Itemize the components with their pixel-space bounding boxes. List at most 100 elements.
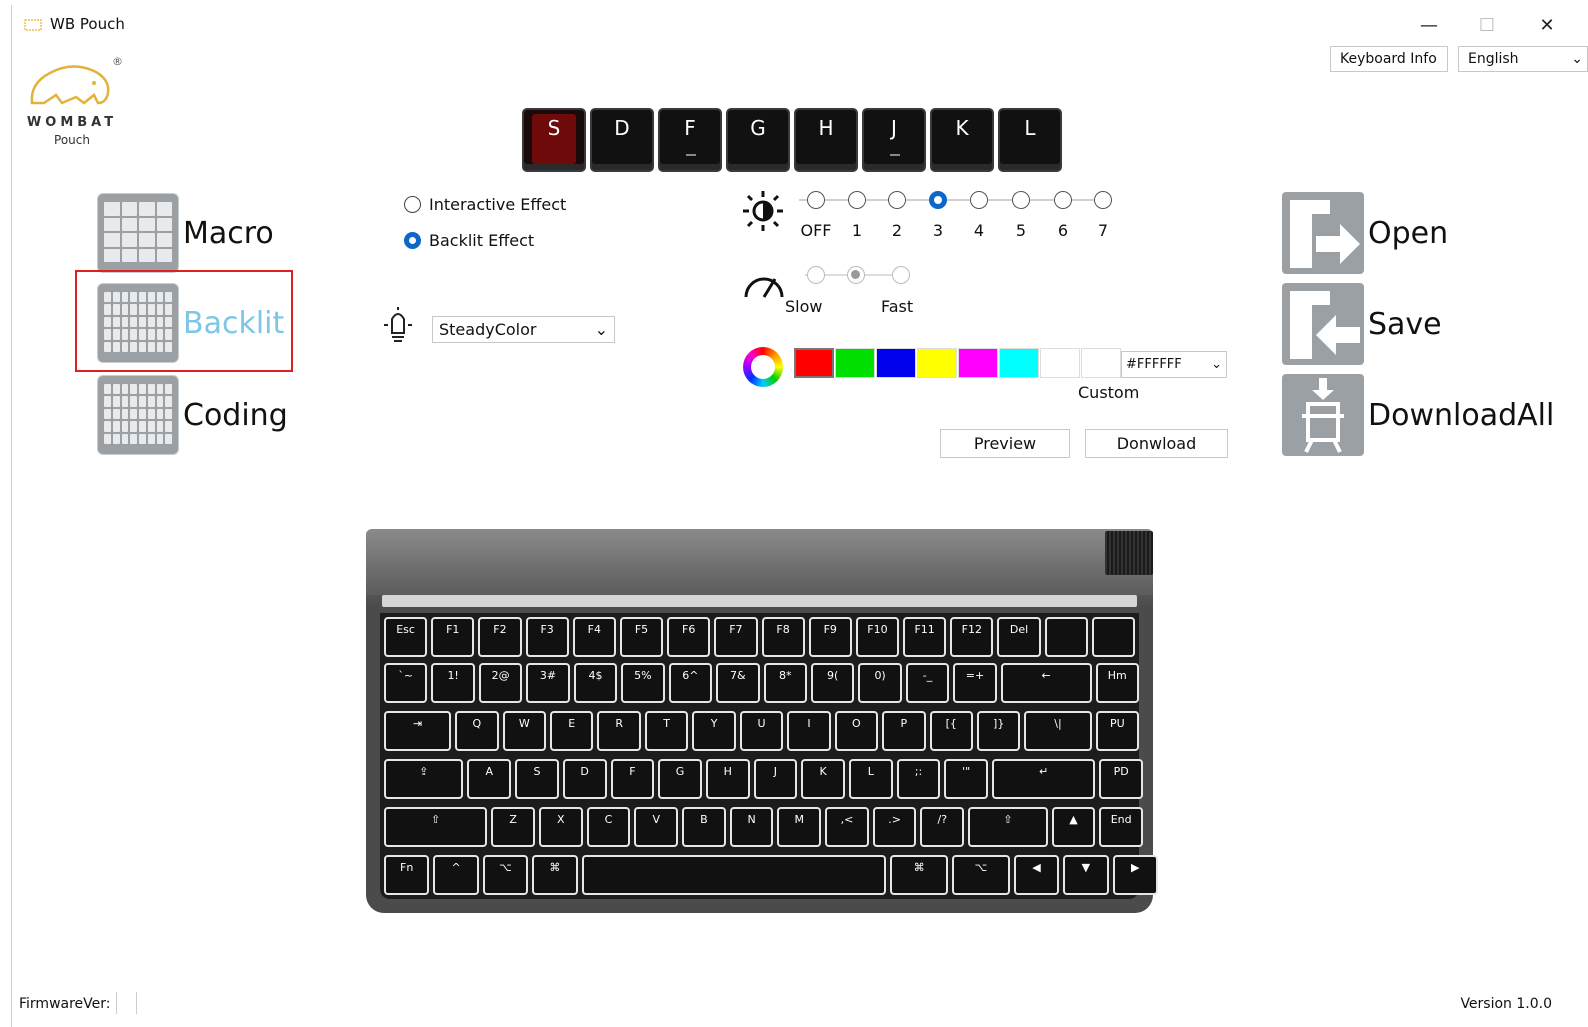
icon-key [147, 292, 155, 303]
speed-radio-3[interactable] [892, 266, 910, 284]
brightness-radio-off[interactable] [807, 191, 825, 209]
icon-key [104, 292, 111, 303]
icon-key [165, 341, 172, 352]
interactive-effect-option[interactable]: Interactive Effect [404, 195, 566, 214]
color-swatch[interactable] [917, 348, 957, 378]
color-swatch[interactable] [958, 348, 998, 378]
keyboard-key: ↵ [992, 759, 1096, 799]
chevron-down-icon: ⌄ [1211, 357, 1222, 372]
app-version: Version 1.0.0 [1460, 996, 1552, 1012]
color-swatch[interactable] [1081, 348, 1121, 378]
brightness-radio-7[interactable] [1094, 191, 1112, 209]
keyboard-key [581, 855, 887, 895]
keyboard-info-button[interactable]: Keyboard Info [1330, 46, 1448, 72]
keyboard-key: ,< [825, 807, 869, 847]
color-swatch[interactable] [794, 348, 834, 378]
keyboard-key: 3# [526, 663, 570, 703]
preview-button[interactable]: Preview [940, 429, 1070, 458]
brightness-radio-5[interactable] [1012, 191, 1030, 209]
color-swatch[interactable] [1040, 348, 1080, 378]
icon-key [130, 384, 137, 395]
keyboard-top-panel [366, 529, 1153, 595]
keyboard-key: [{ [929, 711, 973, 751]
keyboard-key: 6^ [668, 663, 713, 703]
icon-key [112, 421, 120, 432]
download-all-label: DownloadAll [1368, 397, 1555, 433]
icon-key [104, 408, 111, 420]
keyboard-key: F4 [572, 617, 616, 657]
close-button[interactable]: ✕ [1518, 5, 1576, 45]
brightness-radio-6[interactable] [1054, 191, 1072, 209]
icon-key [112, 341, 120, 352]
nav-backlit-label: Backlit [183, 305, 285, 341]
icon-key [104, 433, 111, 444]
keyboard-key: F3 [525, 617, 569, 657]
keycap-d: D [590, 108, 654, 172]
keyboard-key: U [739, 711, 784, 751]
color-swatch[interactable] [835, 348, 875, 378]
keyboard-key: F6 [667, 617, 711, 657]
icon-key [121, 341, 129, 352]
logo-sub: Pouch [54, 133, 90, 147]
icon-key [121, 233, 137, 247]
keycap-label: G [750, 116, 766, 140]
download-all-action[interactable]: DownloadAll [1282, 374, 1554, 456]
keyboard-key: R [597, 711, 641, 751]
keyboard-key: ⌥ [482, 855, 529, 895]
speed-radio-2[interactable] [847, 266, 865, 284]
interactive-effect-radio[interactable] [404, 196, 421, 213]
nav-coding[interactable]: Coding [97, 375, 288, 455]
icon-key [112, 408, 120, 420]
icon-key [121, 292, 129, 303]
keycap-label: S [547, 116, 561, 140]
icon-key [121, 202, 137, 216]
home-row-bump [890, 154, 900, 156]
icon-key [156, 233, 172, 247]
color-swatch[interactable] [876, 348, 916, 378]
brightness-sun-icon [743, 191, 783, 231]
hex-color-select[interactable]: #FFFFFF ⌄ [1121, 351, 1227, 378]
open-action[interactable]: Open [1282, 192, 1448, 274]
keyboard-key: ^ [433, 855, 479, 895]
brightness-radio-2[interactable] [888, 191, 906, 209]
icon-key [104, 329, 111, 340]
color-swatches [794, 348, 1121, 378]
backlit-mode-select[interactable]: SteadyColor ⌄ [432, 316, 615, 343]
language-select[interactable]: English ⌄ [1458, 46, 1588, 72]
custom-color-label: Custom [1078, 383, 1140, 402]
minimize-button[interactable]: — [1400, 5, 1458, 45]
title-bar: WB Pouch — ☐ ✕ [12, 5, 1588, 45]
keycap-label: L [1024, 116, 1036, 140]
keyboard-key: ⇪ [384, 759, 464, 799]
download-button[interactable]: Donwload [1085, 429, 1228, 458]
maximize-button[interactable]: ☐ [1458, 5, 1516, 45]
icon-key [130, 341, 137, 352]
keyboard-key: .> [872, 807, 917, 847]
icon-key [139, 248, 155, 262]
color-swatch[interactable] [999, 348, 1039, 378]
color-wheel-icon[interactable] [743, 347, 783, 387]
icon-key [156, 292, 164, 303]
icon-key [156, 316, 164, 328]
keyboard-key: F2 [478, 617, 522, 657]
icon-key [121, 316, 129, 328]
keyboard-key: C [586, 807, 631, 847]
brightness-radio-1[interactable] [848, 191, 866, 209]
keyboard-key: S [515, 759, 559, 799]
brightness-level-label: 1 [851, 221, 863, 240]
save-action[interactable]: Save [1282, 283, 1442, 365]
backlit-effect-radio[interactable] [404, 232, 421, 249]
nav-backlit[interactable]: Backlit [97, 283, 284, 363]
brightness-radio-3[interactable] [929, 191, 947, 209]
keyboard-key: Esc [384, 617, 428, 657]
brightness-radio-4[interactable] [970, 191, 988, 209]
backlit-effect-option[interactable]: Backlit Effect [404, 231, 534, 250]
brightness-level-label: 2 [891, 221, 903, 240]
keyboard-key: D [562, 759, 607, 799]
speed-radio-1[interactable] [807, 266, 825, 284]
keyboard-key: I [787, 711, 831, 751]
nav-macro[interactable]: Macro [97, 193, 274, 273]
icon-key [147, 316, 155, 328]
icon-key [139, 341, 146, 352]
brightness-level-label: 3 [932, 221, 944, 240]
